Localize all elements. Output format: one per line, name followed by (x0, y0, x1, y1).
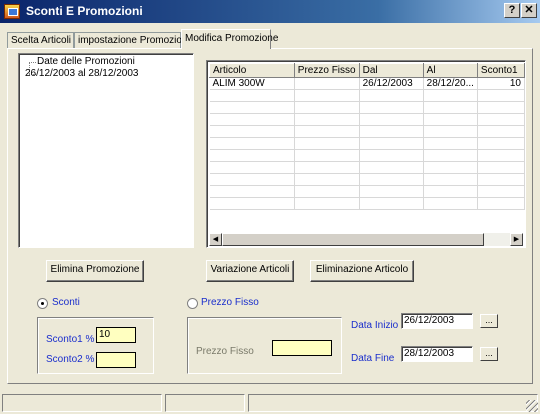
sconti-radio-label[interactable]: Sconti (52, 297, 80, 308)
cell-dal[interactable]: 26/12/2003 (359, 77, 424, 90)
tab-impostazione-promozione[interactable]: impostazione Promozione (74, 32, 193, 49)
tab-scelta-articoli[interactable]: Scelta Articoli (7, 32, 74, 49)
data-inizio-picker-button[interactable]: ... (480, 314, 498, 328)
variazione-articoli-button[interactable]: Variazione Articoli (206, 260, 294, 282)
empty-row (209, 137, 525, 150)
help-button[interactable]: ? (504, 3, 520, 18)
sconti-radio[interactable] (37, 298, 48, 309)
tree-node-date-range[interactable]: 26/12/2003 al 28/12/2003 (25, 68, 138, 79)
tab-modifica-promozione[interactable]: Modifica Promozione (181, 29, 278, 49)
data-fine-field[interactable]: 28/12/2003 (401, 346, 473, 362)
prezzo-fisso-field[interactable] (272, 340, 332, 356)
empty-row (209, 173, 525, 186)
empty-row (209, 125, 525, 138)
cell-sconto1[interactable]: 10 (477, 77, 525, 90)
empty-row (209, 149, 525, 162)
tree-connector (29, 62, 36, 63)
data-fine-label: Data Fine (351, 353, 395, 364)
empty-row (209, 89, 525, 102)
column-header-articolo[interactable]: Articolo (209, 63, 295, 78)
resize-grip-icon[interactable] (526, 400, 538, 412)
prezzo-fisso-field-label: Prezzo Fisso (196, 346, 254, 357)
status-pane (248, 394, 538, 412)
scroll-left-icon[interactable]: ◀ (209, 233, 222, 246)
promotions-tree[interactable]: Date delle Promozioni 26/12/2003 al 28/1… (18, 53, 194, 248)
column-header-prezzo-fisso[interactable]: Prezzo Fisso (293, 63, 360, 78)
prezzo-fisso-radio[interactable] (187, 298, 198, 309)
sconto1-label: Sconto1 % (46, 334, 95, 345)
elimina-promozione-button[interactable]: Elimina Promozione (46, 260, 144, 282)
sconto2-field[interactable] (96, 352, 136, 368)
scroll-thumb[interactable] (222, 233, 484, 246)
cell-prezzo-fisso[interactable] (294, 77, 360, 90)
scroll-right-icon[interactable]: ▶ (510, 233, 523, 246)
cell-al[interactable]: 28/12/20... (423, 77, 478, 90)
status-bar (0, 392, 540, 414)
table-row[interactable]: ALIM 300W 26/12/2003 28/12/20... 10 (209, 77, 525, 90)
empty-row (209, 185, 525, 198)
title-bar: Sconti E Promozioni ? ✕ (0, 0, 540, 23)
horizontal-scrollbar[interactable]: ◀ ▶ (209, 233, 523, 246)
data-fine-picker-button[interactable]: ... (480, 347, 498, 361)
close-button[interactable]: ✕ (521, 3, 537, 18)
sconto1-field[interactable]: 10 (96, 327, 136, 343)
data-inizio-field[interactable]: 26/12/2003 (401, 313, 473, 329)
status-pane (2, 394, 162, 412)
eliminazione-articolo-button[interactable]: Eliminazione Articolo (310, 260, 414, 282)
empty-row (209, 113, 525, 126)
empty-row (209, 197, 525, 210)
sconto2-label: Sconto2 % (46, 354, 95, 365)
app-icon (4, 4, 20, 19)
cell-articolo[interactable]: ALIM 300W (209, 77, 295, 90)
prezzo-fisso-radio-label[interactable]: Prezzo Fisso (201, 297, 259, 308)
tree-node-root[interactable]: Date delle Promozioni (37, 56, 135, 67)
empty-row (209, 101, 525, 114)
status-pane (165, 394, 245, 412)
empty-row (209, 161, 525, 174)
data-inizio-label: Data Inizio (351, 320, 399, 331)
column-header-al[interactable]: Al (422, 63, 478, 78)
column-header-dal[interactable]: Dal (358, 63, 424, 78)
column-header-sconto1[interactable]: Sconto1 (476, 63, 525, 78)
window-title: Sconti E Promozioni (26, 4, 143, 18)
articles-grid[interactable]: Articolo Prezzo Fisso Dal Al Sconto1 ALI… (206, 60, 526, 248)
articles-table: Articolo Prezzo Fisso Dal Al Sconto1 ALI… (209, 63, 525, 210)
